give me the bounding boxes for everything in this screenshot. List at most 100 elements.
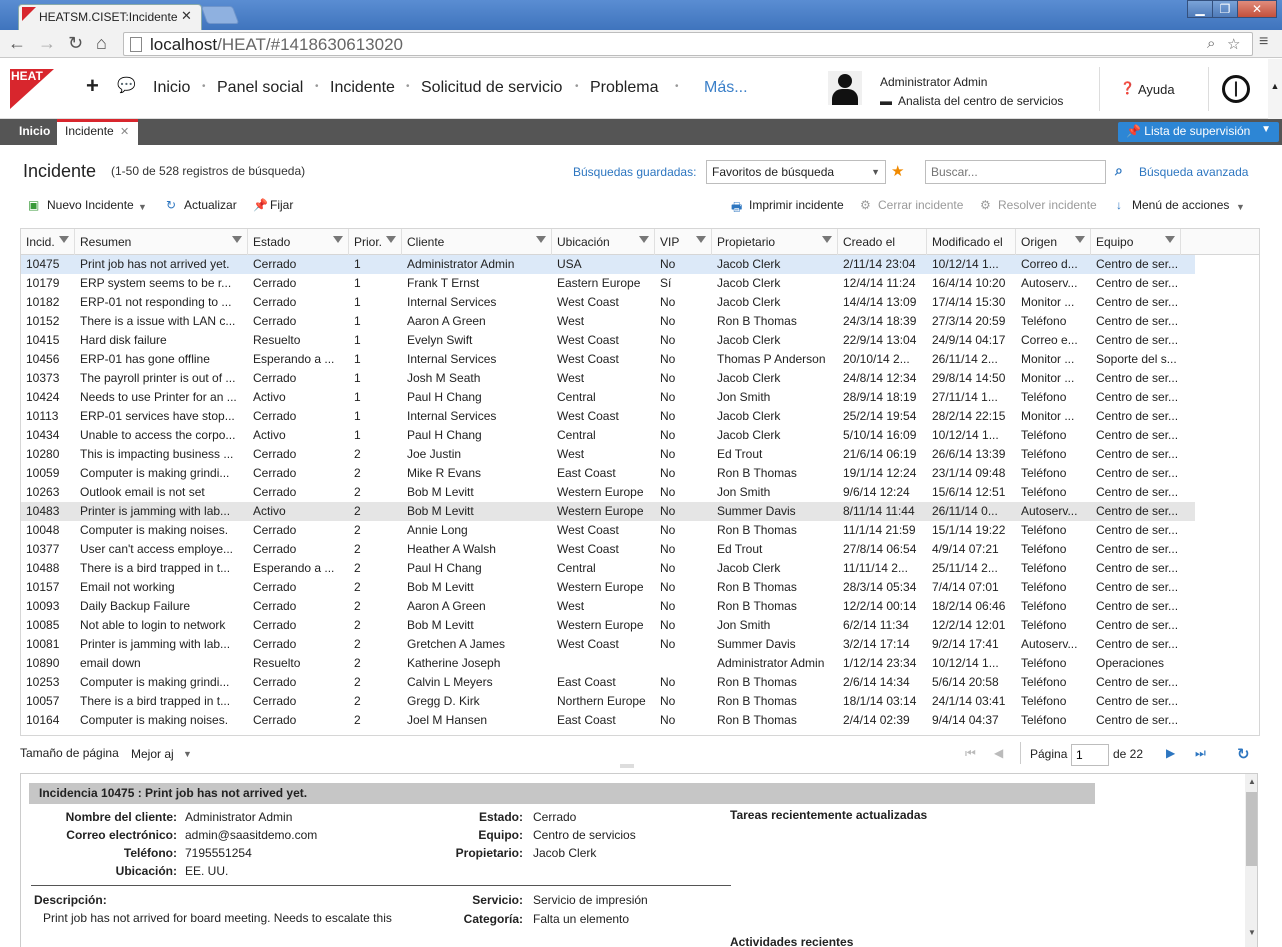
- next-page-icon[interactable]: ▶: [1166, 746, 1175, 760]
- nav-inicio[interactable]: Inicio: [153, 79, 190, 97]
- table-row[interactable]: 10434 Unable to access the corpo... Activo…: [21, 426, 1195, 445]
- help-link[interactable]: Ayuda: [1138, 82, 1175, 97]
- filter-icon[interactable]: [386, 236, 396, 243]
- power-icon[interactable]: |: [1222, 75, 1250, 103]
- table-row[interactable]: 10113 ERP-01 services have stop... Cerrado…: [21, 407, 1195, 426]
- table-row[interactable]: 10373 The payroll printer is out of ... Ce…: [21, 369, 1195, 388]
- prev-page-icon[interactable]: ◀: [994, 746, 1003, 760]
- filter-icon[interactable]: [822, 236, 832, 243]
- heat-logo[interactable]: HEAT: [10, 69, 54, 109]
- first-page-icon[interactable]: ⏮: [965, 746, 976, 761]
- address-bar[interactable]: localhost/HEAT/#1418630613020 ⌕ ☆: [123, 32, 1253, 56]
- header-col-ubicacion[interactable]: Ubicación: [552, 229, 655, 255]
- table-row[interactable]: 10424 Needs to use Printer for an ... Acti…: [21, 388, 1195, 407]
- header-col-creado[interactable]: Creado el: [838, 229, 927, 255]
- table-row[interactable]: 10483 Printer is jamming with lab... Activ…: [21, 502, 1195, 521]
- print-incident-button[interactable]: Imprimir incidente: [749, 198, 844, 212]
- header-col-equipo[interactable]: Equipo: [1091, 229, 1181, 255]
- filter-icon[interactable]: [536, 236, 546, 243]
- add-icon[interactable]: +: [86, 73, 99, 99]
- header-col-resumen[interactable]: Resumen: [75, 229, 248, 255]
- page-number-input[interactable]: [1071, 744, 1109, 766]
- header-col-estado[interactable]: Estado: [248, 229, 349, 255]
- table-row[interactable]: 10263 Outlook email is not set Cerrado 2 Bob…: [21, 483, 1195, 502]
- page-scroll-up-icon[interactable]: ▲: [1268, 59, 1282, 119]
- table-row[interactable]: 10377 User can't access employe... Cerrado…: [21, 540, 1195, 559]
- filter-icon[interactable]: [59, 236, 69, 243]
- nav-panel-social[interactable]: Panel social: [217, 79, 303, 97]
- table-row[interactable]: 10253 Computer is making grindi... Cerrado…: [21, 673, 1195, 692]
- header-col-origen[interactable]: Origen: [1016, 229, 1091, 255]
- header-col-prior[interactable]: Prior.: [349, 229, 402, 255]
- table-row[interactable]: 10048 Computer is making noises. Cerrado 2 A…: [21, 521, 1195, 540]
- forward-icon[interactable]: →: [38, 33, 56, 54]
- filter-icon[interactable]: [1165, 236, 1175, 243]
- chevron-down-icon[interactable]: ▼: [138, 202, 147, 212]
- table-row[interactable]: 10456 ERP-01 has gone offline Esperando a …: [21, 350, 1195, 369]
- search-icon[interactable]: ⌕: [1115, 162, 1123, 179]
- tab-inicio[interactable]: Inicio: [10, 119, 59, 145]
- header-col-vip[interactable]: VIP: [655, 229, 712, 255]
- browser-tab[interactable]: HEATSM.CISET:Incidente ✕: [18, 4, 202, 30]
- nav-incidente[interactable]: Incidente: [330, 79, 395, 97]
- table-row[interactable]: 10081 Printer is jamming with lab... Cerra…: [21, 635, 1195, 654]
- page-size-select[interactable]: Mejor aj: [131, 747, 174, 761]
- back-icon[interactable]: ←: [8, 33, 26, 54]
- bookmark-star-icon[interactable]: ☆: [1227, 35, 1240, 53]
- table-row[interactable]: 10280 This is impacting business ... Cerra…: [21, 445, 1195, 464]
- nav-solicitud-servicio[interactable]: Solicitud de servicio: [421, 79, 562, 97]
- filter-icon[interactable]: [696, 236, 706, 243]
- splitter-handle[interactable]: [620, 764, 634, 768]
- table-row[interactable]: 10179 ERP system seems to be r... Cerrado 1…: [21, 274, 1195, 293]
- zoom-icon[interactable]: ⌕: [1207, 35, 1215, 52]
- new-incident-button[interactable]: Nuevo Incidente: [47, 198, 134, 212]
- header-col-cliente[interactable]: Cliente: [402, 229, 552, 255]
- scroll-up-icon[interactable]: ▲: [1248, 777, 1256, 786]
- chat-icon[interactable]: 💬: [117, 76, 136, 94]
- tab-incidente[interactable]: Incidente ✕: [57, 119, 138, 145]
- scroll-thumb[interactable]: [1246, 792, 1257, 866]
- table-row[interactable]: 10488 There is a bird trapped in t... Espe…: [21, 559, 1195, 578]
- nav-more[interactable]: Más...: [704, 79, 748, 97]
- filter-icon[interactable]: [639, 236, 649, 243]
- table-row[interactable]: 10085 Not able to login to network Cerrado…: [21, 616, 1195, 635]
- watch-list-button[interactable]: 📌 Lista de supervisión ▼: [1118, 122, 1279, 142]
- help-icon[interactable]: ❓: [1120, 81, 1135, 95]
- chevron-down-icon[interactable]: ▼: [1236, 202, 1245, 212]
- search-input[interactable]: [925, 160, 1106, 184]
- advanced-search-link[interactable]: Búsqueda avanzada: [1139, 165, 1248, 179]
- table-row[interactable]: 10182 ERP-01 not responding to ... Cerrado…: [21, 293, 1195, 312]
- chevron-down-icon[interactable]: ▼: [183, 749, 192, 759]
- restore-icon[interactable]: ❐: [1212, 0, 1238, 18]
- filter-icon[interactable]: [232, 236, 242, 243]
- reload-icon[interactable]: ↻: [68, 33, 83, 54]
- close-tab-icon[interactable]: ✕: [181, 8, 192, 24]
- filter-icon[interactable]: [1075, 236, 1085, 243]
- pin-button[interactable]: Fijar: [270, 198, 293, 212]
- close-tab-icon[interactable]: ✕: [120, 126, 129, 138]
- table-row[interactable]: 10093 Daily Backup Failure Cerrado 2 Aaron A…: [21, 597, 1195, 616]
- table-row[interactable]: 10415 Hard disk failure Resuelto 1 Evelyn Sw…: [21, 331, 1195, 350]
- table-row[interactable]: 10059 Computer is making grindi... Cerrado…: [21, 464, 1195, 483]
- minimize-icon[interactable]: ▁: [1187, 0, 1213, 18]
- table-row[interactable]: 10475 Print job has not arrived yet. Cerra…: [21, 255, 1195, 274]
- filter-icon[interactable]: [333, 236, 343, 243]
- saved-searches-select[interactable]: Favoritos de búsqueda ▼: [706, 160, 886, 184]
- header-col-propietario[interactable]: Propietario: [712, 229, 838, 255]
- header-col-incid[interactable]: Incid.: [21, 229, 75, 255]
- close-incident-button[interactable]: Cerrar incidente: [878, 198, 963, 212]
- home-icon[interactable]: ⌂: [96, 33, 107, 54]
- browser-menu-icon[interactable]: ≡: [1259, 33, 1268, 51]
- table-row[interactable]: 10152 There is a issue with LAN c... Cerra…: [21, 312, 1195, 331]
- detail-scrollbar[interactable]: ▲ ▼: [1245, 774, 1257, 947]
- user-profile[interactable]: Administrator Admin ▬ Analista del centr…: [825, 65, 1097, 113]
- last-page-icon[interactable]: ⏭: [1195, 746, 1206, 761]
- table-row[interactable]: 10164 Computer is making noises. Cerrado 2 J…: [21, 711, 1195, 730]
- header-col-modificado[interactable]: Modificado el: [927, 229, 1016, 255]
- table-row[interactable]: 10157 Email not working Cerrado 2 Bob M Levi…: [21, 578, 1195, 597]
- favorite-star-icon[interactable]: ★: [891, 162, 904, 180]
- nav-problema[interactable]: Problema: [590, 79, 658, 97]
- refresh-button[interactable]: Actualizar: [184, 198, 237, 212]
- scroll-down-icon[interactable]: ▼: [1248, 928, 1256, 937]
- table-row[interactable]: 10890 email down Resuelto 2 Katherine Joseph…: [21, 654, 1195, 673]
